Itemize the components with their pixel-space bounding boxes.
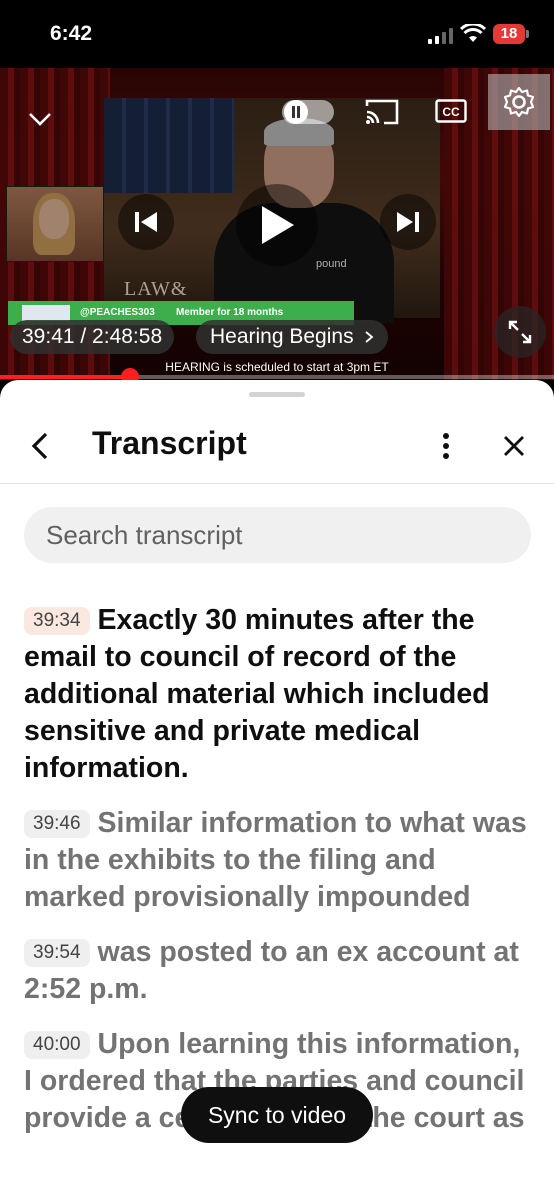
transcript-panel: Transcript 39:34Exactly 30 minutes after…: [0, 380, 554, 1200]
battery-icon: 18: [493, 24, 525, 44]
svg-text:CC: CC: [442, 105, 460, 119]
fullscreen-icon: [508, 320, 532, 344]
panel-title: Transcript: [92, 425, 247, 461]
next-video-button[interactable]: [380, 194, 436, 250]
segment-timestamp[interactable]: 39:34: [24, 607, 90, 635]
time-display[interactable]: 39:41 / 2:48:58: [10, 320, 175, 354]
transcript-segment[interactable]: 39:46 Similar information to what was in …: [24, 805, 530, 916]
back-button[interactable]: [22, 426, 58, 466]
segment-timestamp[interactable]: 40:00: [24, 1031, 90, 1059]
previous-video-button[interactable]: [118, 194, 174, 250]
sync-to-video-button[interactable]: Sync to video: [181, 1087, 373, 1143]
status-bar: 6:42 18: [0, 0, 554, 68]
segment-timestamp[interactable]: 39:46: [24, 810, 90, 838]
cast-icon: [365, 99, 399, 125]
segment-timestamp[interactable]: 39:54: [24, 939, 90, 967]
member-handle: @PEACHES303: [80, 307, 155, 318]
autoplay-toggle[interactable]: [282, 100, 334, 124]
wifi-icon: [460, 24, 486, 42]
close-icon: [504, 436, 524, 456]
battery-tip: [526, 30, 529, 38]
header-divider: [0, 483, 554, 484]
segment-text: was posted to an ex account at 2:52 p.m.: [24, 936, 519, 1005]
chapter-title: Hearing Begins: [210, 325, 354, 348]
member-duration: Member for 18 months: [176, 307, 284, 318]
settings-button[interactable]: [488, 74, 550, 130]
segment-text: Similar information to what was in the e…: [24, 807, 527, 913]
progress-bar[interactable]: [0, 368, 554, 380]
cast-button[interactable]: [362, 96, 402, 128]
play-icon: [262, 206, 294, 244]
segment-text: Exactly 30 minutes after the email to co…: [24, 604, 490, 784]
panel-drag-handle[interactable]: [249, 392, 305, 397]
gear-icon: [503, 86, 535, 118]
captions-button[interactable]: CC: [434, 98, 468, 124]
skip-previous-icon: [135, 212, 157, 232]
close-button[interactable]: [494, 426, 534, 466]
search-transcript-input[interactable]: [24, 507, 506, 563]
progress-scrubber[interactable]: [121, 368, 140, 380]
closed-captions-icon: CC: [435, 99, 467, 123]
more-options-button[interactable]: [430, 426, 462, 466]
transcript-segment-list: 39:34 Exactly 30 minutes after the email …: [24, 602, 530, 1155]
chevron-left-icon: [31, 432, 48, 460]
progress-bar-played: [0, 375, 131, 379]
member-banner-thumbnail: [22, 305, 70, 321]
transcript-segment[interactable]: 39:34 Exactly 30 minutes after the email …: [24, 602, 530, 787]
minimize-player-button[interactable]: [22, 104, 58, 134]
chevron-right-icon: [365, 331, 373, 343]
cellular-signal-icon: [428, 28, 454, 44]
status-time: 6:42: [50, 22, 93, 45]
pause-icon: [284, 100, 308, 124]
chevron-down-icon: [29, 113, 51, 126]
search-transcript-field[interactable]: [24, 507, 531, 563]
transcript-segment[interactable]: 39:54 was posted to an ex account at 2:52…: [24, 934, 530, 1008]
more-vert-icon: [443, 433, 449, 459]
skip-next-icon: [397, 212, 419, 232]
transcript-header: Transcript: [0, 412, 554, 484]
play-button[interactable]: [236, 184, 318, 266]
video-player[interactable]: pound LAW& CC @PEACHES303 Member for 18 …: [0, 68, 554, 380]
chapter-button[interactable]: Hearing Begins: [196, 320, 388, 354]
news-ticker: HEARING is scheduled to start at 3pm ET: [165, 360, 389, 374]
fullscreen-button[interactable]: [494, 306, 546, 358]
